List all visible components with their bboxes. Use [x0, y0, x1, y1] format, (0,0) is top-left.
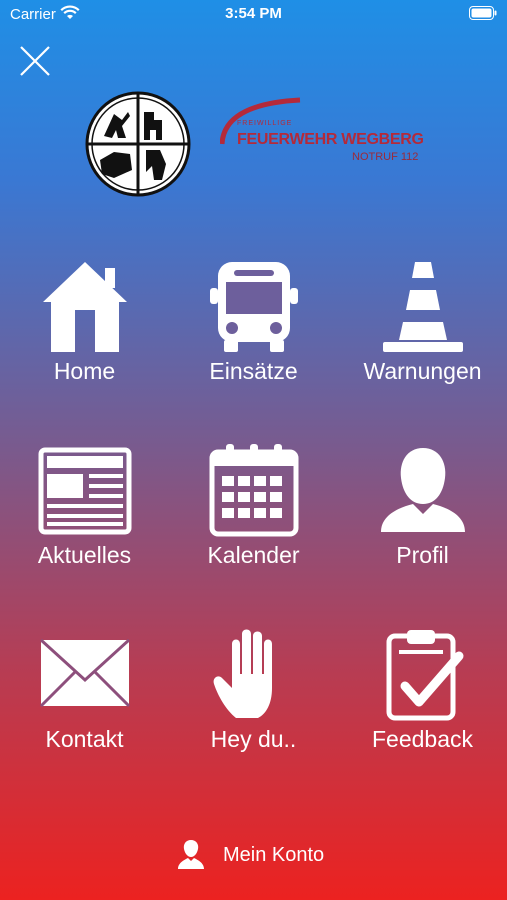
clipboard-check-icon: [386, 630, 463, 721]
menu-item-kontakt[interactable]: Kontakt: [0, 626, 169, 776]
menu-item-label: Kontakt: [45, 726, 124, 752]
logo-small-text: FREIWILLIGE: [237, 120, 293, 127]
menu-item-hey-du[interactable]: Hey du..: [169, 626, 338, 776]
battery-icon: [469, 6, 497, 20]
menu-item-label: Feedback: [371, 726, 473, 752]
menu-item-warnungen[interactable]: Warnungen: [338, 258, 507, 408]
menu-item-label: Kalender: [207, 542, 300, 568]
menu-item-label: Home: [53, 358, 116, 384]
account-button[interactable]: Mein Konto: [170, 834, 350, 874]
hand-icon: [213, 629, 272, 718]
account-label: Mein Konto: [223, 844, 325, 866]
close-icon: [20, 46, 50, 76]
bus-icon: [209, 262, 298, 352]
fire-department-emblem: [85, 91, 191, 197]
menu-item-label: Hey du..: [210, 726, 297, 752]
home-icon: [42, 262, 127, 352]
logo-sub-text: NOTRUF 112: [352, 151, 419, 163]
person-icon: [178, 840, 204, 869]
menu-item-einsaetze[interactable]: Einsätze: [169, 258, 338, 408]
newspaper-icon: [38, 447, 131, 535]
menu-item-label: Profil: [396, 542, 449, 568]
close-button[interactable]: [18, 44, 52, 78]
calendar-icon: [209, 444, 298, 537]
menu-item-home[interactable]: Home: [0, 258, 169, 408]
menu-item-label: Einsätze: [209, 358, 298, 384]
menu-item-kalender[interactable]: Kalender: [169, 442, 338, 592]
menu-item-label: Aktuelles: [37, 542, 132, 568]
menu-item-aktuelles[interactable]: Aktuelles: [0, 442, 169, 592]
person-icon: [380, 448, 465, 532]
menu-item-feedback[interactable]: Feedback: [338, 626, 507, 776]
menu-item-label: Warnungen: [363, 358, 482, 384]
status-bar: Carrier 3:54 PM: [0, 0, 507, 28]
status-time: 3:54 PM: [225, 5, 282, 22]
logo-main-text: FEUERWEHR WEGBERG: [237, 131, 424, 148]
menu-item-profil[interactable]: Profil: [338, 442, 507, 592]
envelope-icon: [39, 638, 130, 708]
traffic-cone-icon: [382, 262, 463, 352]
